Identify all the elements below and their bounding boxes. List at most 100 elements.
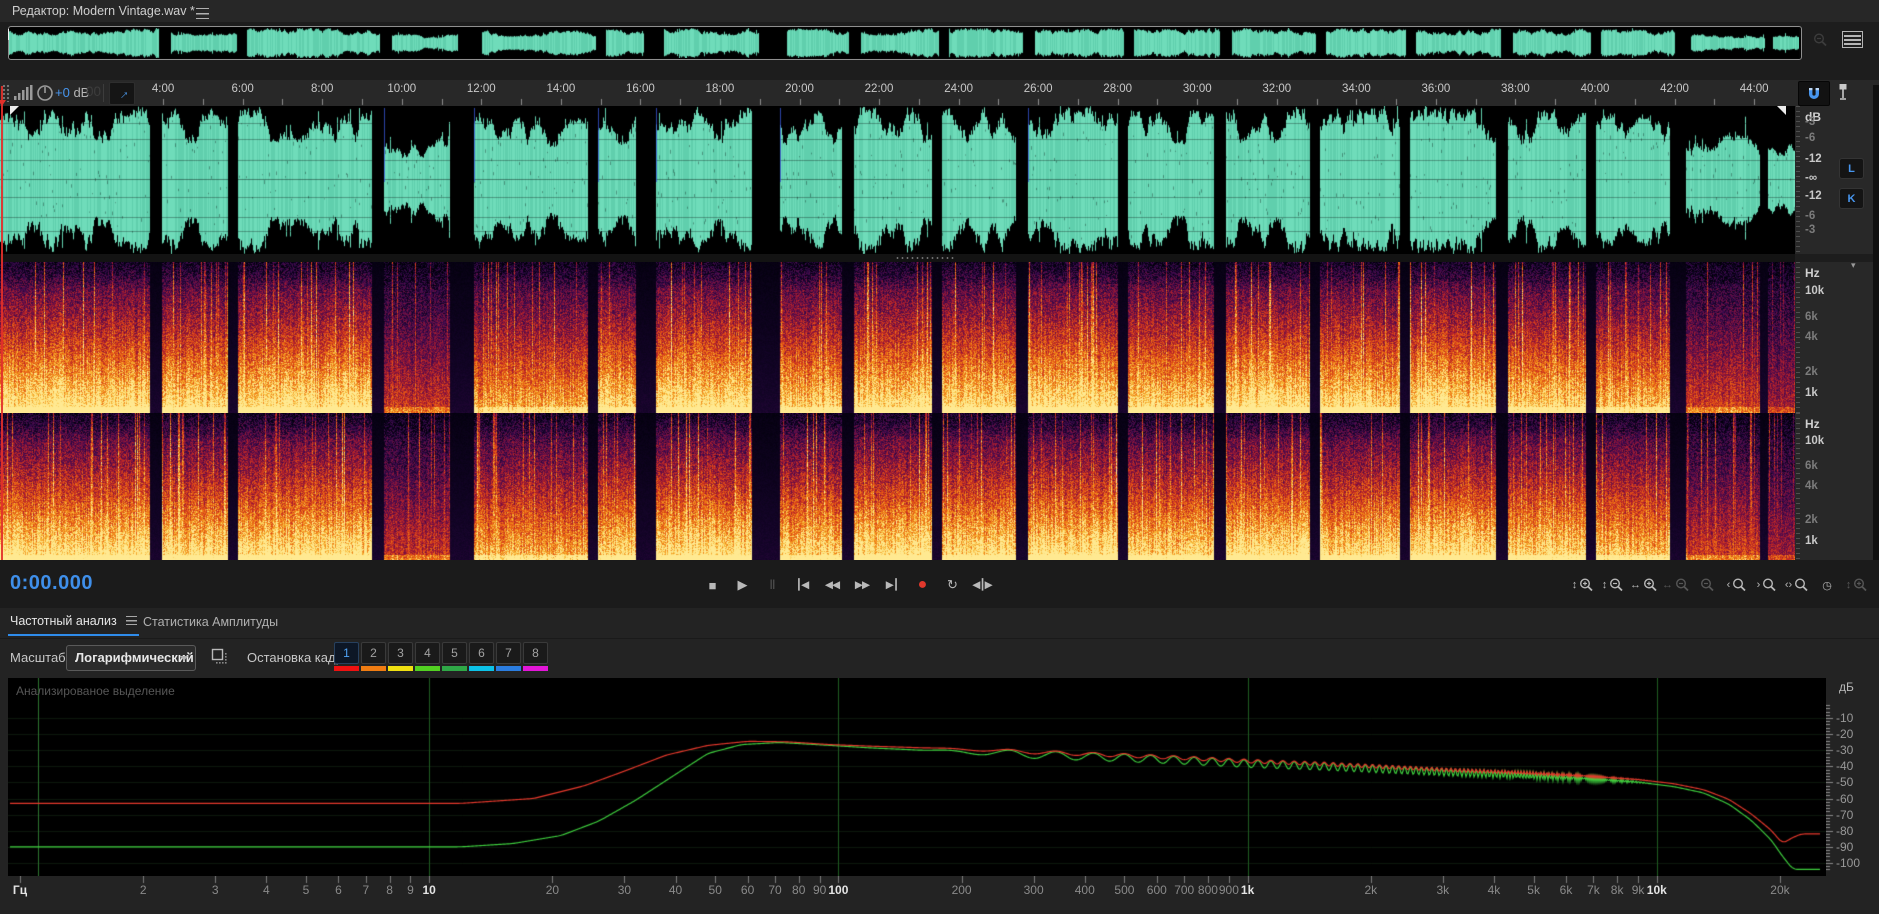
panel-splitter[interactable] xyxy=(0,254,1795,262)
frequency-graph-canvas[interactable] xyxy=(8,678,1826,876)
frame-hold-1[interactable]: 1 xyxy=(334,642,359,671)
stop-button[interactable]: ■ xyxy=(700,574,724,596)
timeline-label: 4:00 xyxy=(151,83,175,95)
analysis-controls: Масштаб: Логарифмический Остановка кадра… xyxy=(0,638,1879,678)
zoom-reset-button[interactable] xyxy=(1694,574,1721,596)
fast-forward-button[interactable]: ▶▶ xyxy=(850,574,874,596)
play-button[interactable]: ▶ xyxy=(730,574,754,596)
editor-title: Редактор: Modern Vintage.wav * xyxy=(12,4,195,18)
timeline-label: 22:00 xyxy=(864,83,894,95)
tab-menu-icon[interactable] xyxy=(125,616,137,625)
list-icon xyxy=(1842,31,1863,48)
editor-titlebar: Редактор: Modern Vintage.wav * xyxy=(0,0,1879,22)
y-axis-label: -60 xyxy=(1836,791,1854,806)
overview-navigator[interactable] xyxy=(8,26,1802,60)
marker-tool[interactable] xyxy=(1836,82,1850,107)
frame-hold-3[interactable]: 3 xyxy=(388,642,413,671)
vertical-scrollbar[interactable] xyxy=(1873,85,1879,560)
amplitude-scale: dB -3 -6 -12 -∞ -12 -6 -3 L K xyxy=(1795,106,1879,254)
zoom-in-at-out-point-button[interactable]: › xyxy=(1754,574,1781,596)
hold-color-bar xyxy=(523,666,548,671)
panel-dropdown-icon[interactable]: ▾ xyxy=(1851,260,1856,271)
zoom-full-button[interactable]: ↕ xyxy=(1844,574,1871,596)
timeline-label: 24:00 xyxy=(944,83,973,95)
x-axis-label: 10k xyxy=(1646,883,1667,897)
zoom-in-at-in-point-button[interactable]: ‹ xyxy=(1724,574,1751,596)
display-options-icon[interactable] xyxy=(1842,31,1863,53)
x-axis-label: 10 xyxy=(422,883,436,897)
spectrogram-display-left[interactable] xyxy=(0,262,1795,413)
zoom-out-time-button[interactable]: ↔ xyxy=(1662,574,1691,596)
scale-tick-label: -12 xyxy=(1805,190,1822,203)
panel-tabs: Частотный анализ Статистика Амплитуды xyxy=(0,608,1879,639)
timeline-label: 34:00 xyxy=(1341,83,1371,95)
x-axis-label: 90 xyxy=(812,883,827,897)
scale-tick-label: 2k xyxy=(1805,514,1818,527)
hold-number: 4 xyxy=(415,642,440,664)
scale-tick-label: -12 xyxy=(1805,153,1822,166)
scale-tick-label: -3 xyxy=(1805,116,1816,129)
time-display-icon[interactable] xyxy=(35,83,55,108)
frame-hold-7[interactable]: 7 xyxy=(496,642,521,671)
frame-hold-2[interactable]: 2 xyxy=(361,642,386,671)
channel-left-button[interactable]: L xyxy=(1839,158,1864,179)
hold-color-bar xyxy=(496,666,521,671)
tab-amplitude-statistics[interactable]: Статистика Амплитуды xyxy=(143,614,278,629)
rewind-button[interactable]: ◀◀ xyxy=(820,574,844,596)
zoom-to-selection-button[interactable]: ‹› xyxy=(1784,574,1811,596)
scale-dropdown[interactable]: Логарифмический xyxy=(66,645,196,671)
pause-button[interactable]: Ⅱ xyxy=(760,574,784,596)
timeline-ruler[interactable]: 4:00 6:00 8:00 10:00 12:00 14:00 16:00 18:00 20:… xyxy=(0,80,1879,106)
frame-hold-5[interactable]: 5 xyxy=(442,642,467,671)
skip-to-end-button[interactable]: ▶┃ xyxy=(880,574,904,596)
zoom-in-amplitude-button[interactable]: ↕ xyxy=(1570,574,1597,596)
selection-handle-right[interactable] xyxy=(1777,106,1786,115)
move-playhead-toggle[interactable]: → xyxy=(109,82,135,105)
overview-waveform[interactable] xyxy=(9,28,1799,58)
frame-hold-6[interactable]: 6 xyxy=(469,642,494,671)
copy-graph-button[interactable] xyxy=(210,646,230,671)
record-button[interactable]: ● xyxy=(910,574,934,596)
graph-y-axis: дБ -10 -20 -30 -40 -50 -60 -70 -80 -90 -100 xyxy=(1826,678,1879,898)
waveform-display[interactable] xyxy=(0,106,1795,254)
frequency-graph[interactable]: Анализированое выделение xyxy=(8,678,1826,876)
hold-color-bar xyxy=(469,666,494,671)
loop-playback-button[interactable]: ↻ xyxy=(940,574,964,596)
x-axis-label: 3k xyxy=(1436,883,1450,897)
x-axis-label: 7k xyxy=(1587,883,1600,897)
frame-hold-4[interactable]: 4 xyxy=(415,642,440,671)
zoom-out-amplitude-button[interactable]: ↕ xyxy=(1600,574,1627,596)
frequency-unit: Hz xyxy=(1805,266,1820,280)
magnifier-icon xyxy=(1795,577,1808,591)
timeline-label: 12:00 xyxy=(466,83,496,95)
restore-last-zoom-button[interactable]: ◷ xyxy=(1814,574,1841,596)
zoom-in-time-button[interactable]: ↔ xyxy=(1630,574,1659,596)
x-axis-label: 8 xyxy=(386,883,393,897)
x-axis-label: 6k xyxy=(1559,883,1573,897)
snap-toggle[interactable] xyxy=(1798,81,1830,106)
hold-number: 3 xyxy=(388,642,413,664)
y-axis-label: -70 xyxy=(1836,807,1854,822)
chevron-down-icon xyxy=(180,656,188,661)
magnifier-icon xyxy=(1643,577,1657,591)
spectrogram-display-right[interactable] xyxy=(0,413,1795,560)
x-axis-label: 5 xyxy=(302,883,310,897)
gain-readout[interactable]: +0 dB xyxy=(55,85,89,100)
hold-color-bar xyxy=(388,666,413,671)
tab-frequency-analysis[interactable]: Частотный анализ xyxy=(8,614,139,636)
frame-hold-8[interactable]: 8 xyxy=(523,642,548,671)
x-axis-label: 7 xyxy=(362,883,370,897)
magnet-icon xyxy=(1809,87,1819,99)
gain-value: +0 xyxy=(55,85,70,100)
skip-selection-button[interactable]: ◀┃▶ xyxy=(970,574,994,596)
zoom-out-icon[interactable] xyxy=(1812,32,1829,54)
skip-to-start-button[interactable]: ┃◀ xyxy=(790,574,814,596)
current-time-display[interactable]: 0:00.000 xyxy=(10,572,93,595)
levels-icon[interactable] xyxy=(13,84,33,106)
channel-right-button[interactable]: K xyxy=(1839,188,1864,209)
spectrogram-panel-right: Hz 10k 6k 4k 2k 1k xyxy=(0,413,1879,560)
playhead[interactable] xyxy=(0,86,6,560)
selection-handle-left[interactable] xyxy=(10,106,19,115)
x-axis-label: 100 xyxy=(828,883,849,897)
x-axis-label: 600 xyxy=(1146,883,1167,897)
